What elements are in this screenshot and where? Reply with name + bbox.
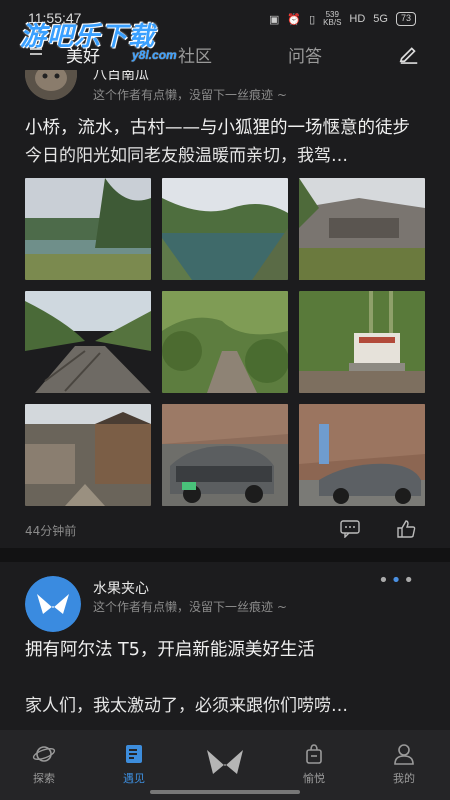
brand-avatar-icon <box>25 576 81 632</box>
shopping-bag-icon <box>306 744 322 764</box>
like-icon[interactable] <box>396 519 416 539</box>
photo-thumbnail[interactable] <box>162 291 288 393</box>
cat-photo-icon <box>25 70 77 100</box>
net-speed: 539 KB/S <box>323 10 342 27</box>
battery-icon: 73 <box>395 12 416 26</box>
post-card[interactable]: 水果夹心 这个作者有点懒，没留下一丝痕迹 ~ ••• 拥有阿尔法 T5，开启新能… <box>0 562 450 720</box>
planet-icon <box>32 746 56 762</box>
home-indicator[interactable] <box>150 790 300 794</box>
post-title[interactable]: 小桥，流水，古村——与小狐狸的一场惬意的徒步 <box>25 114 425 142</box>
author-bio: 这个作者有点懒，没留下一丝痕迹 ~ <box>93 600 287 614</box>
comment-icon[interactable] <box>340 520 360 538</box>
nav-label: 愉悦 <box>303 772 325 785</box>
alarm-icon: ⏰ <box>287 13 302 26</box>
tab-wenda[interactable]: 问答 <box>288 42 322 67</box>
nav-explore[interactable]: 探索 <box>14 742 74 786</box>
edit-icon[interactable] <box>398 42 420 64</box>
photo-thumbnail[interactable] <box>299 178 425 280</box>
author-bio: 这个作者有点懒，没留下一丝痕迹 ~ <box>93 88 287 102</box>
photo-thumbnail[interactable] <box>25 404 151 506</box>
photo-thumbnail[interactable] <box>162 178 288 280</box>
photo-thumbnail[interactable] <box>25 291 151 393</box>
photo-thumbnail[interactable] <box>299 291 425 393</box>
avatar[interactable] <box>25 576 81 632</box>
post-divider <box>0 548 450 562</box>
post-title[interactable]: 拥有阿尔法 T5，开启新能源美好生活 <box>25 636 425 664</box>
avatar[interactable] <box>25 70 77 100</box>
vibrate-icon: ▯ <box>309 13 316 26</box>
signal-icon: 5G <box>373 13 388 25</box>
nav-label: 我的 <box>393 772 415 785</box>
bottom-nav: 探索 遇见 愉悦 我的 <box>0 730 450 800</box>
nfc-icon: ▣ <box>269 13 280 26</box>
nav-joy[interactable]: 愉悦 <box>284 742 344 786</box>
nav-label: 遇见 <box>123 772 145 785</box>
watermark-logo: 游吧乐下载 y8l.com <box>20 22 177 62</box>
post-time: 44分钟前 <box>25 524 77 538</box>
status-icons: ▣ ⏰ ▯ 539 KB/S HD 5G 73 <box>269 11 416 27</box>
book-icon <box>126 745 142 763</box>
photo-thumbnail[interactable] <box>25 178 151 280</box>
user-icon <box>394 744 414 765</box>
photo-thumbnail[interactable] <box>162 404 288 506</box>
author-name[interactable]: 八百南瓜 <box>93 70 149 84</box>
post-excerpt[interactable]: 今日的阳光如同老友般温暖而亲切，我驾… <box>25 142 425 170</box>
nav-meet[interactable]: 遇见 <box>104 742 164 786</box>
photo-grid <box>25 178 425 506</box>
nav-label: 探索 <box>33 772 55 785</box>
hd-icon: HD <box>349 13 366 25</box>
post-excerpt[interactable]: 家人们，我太激动了，必须来跟你们唠唠… <box>25 692 425 720</box>
more-options-icon[interactable]: ••• <box>378 570 416 591</box>
photo-thumbnail[interactable] <box>299 404 425 506</box>
nav-mine[interactable]: 我的 <box>374 742 434 786</box>
feed[interactable]: 八百南瓜 这个作者有点懒，没留下一丝痕迹 ~ ••• 小桥，流水，古村——与小狐… <box>0 70 450 730</box>
brand-logo-icon[interactable] <box>205 744 245 778</box>
author-name[interactable]: 水果夹心 <box>93 578 149 598</box>
more-options-icon[interactable]: ••• <box>378 70 416 79</box>
post-card[interactable]: 八百南瓜 这个作者有点懒，没留下一丝痕迹 ~ ••• 小桥，流水，古村——与小狐… <box>0 70 450 548</box>
tab-shequ[interactable]: 社区 <box>178 42 212 67</box>
